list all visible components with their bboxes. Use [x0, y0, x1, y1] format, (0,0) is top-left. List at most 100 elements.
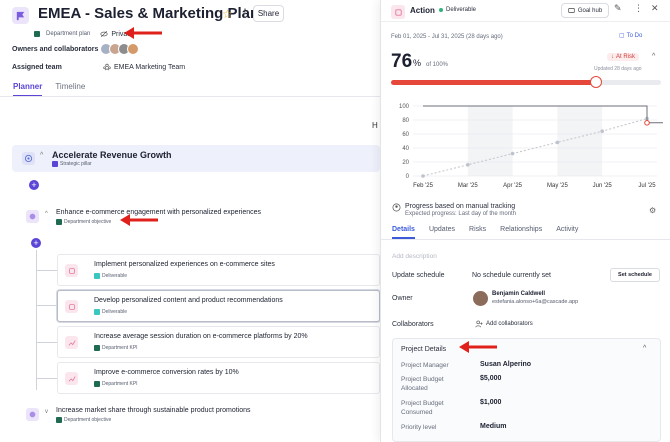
kpi-card[interactable]: Improve e-commerce conversion rates by 1… — [57, 362, 380, 394]
owner-label: Owner — [392, 295, 413, 302]
strategic-pillar-row[interactable]: ^ Accelerate Revenue Growth Strategic pi… — [12, 145, 380, 172]
add-collaborators-label: Add collaborators — [486, 321, 533, 327]
tree-branch — [36, 342, 57, 343]
tab-details[interactable]: Details — [392, 226, 415, 239]
risk-badge[interactable]: ↓ At Risk — [607, 53, 640, 61]
goal-hub-icon — [568, 8, 575, 13]
tree-branch — [36, 305, 57, 306]
risk-label: At Risk — [616, 54, 636, 60]
set-schedule-button[interactable]: Set schedule — [610, 268, 660, 282]
tab-relationships[interactable]: Relationships — [500, 226, 542, 239]
x-tick-label: Apr '25 — [503, 183, 522, 189]
tab-timeline[interactable]: Timeline — [55, 82, 85, 97]
owners-label: Owners and collaborators — [12, 46, 99, 53]
series-expected-point — [555, 140, 560, 145]
project-details-section: Project Details ^ Project Manager Susan … — [392, 338, 661, 442]
x-tick-label: Jul '25 — [638, 183, 656, 189]
update-schedule-label: Update schedule — [392, 272, 445, 279]
detail-value[interactable]: Susan Alperino — [480, 361, 531, 368]
kpi-card[interactable]: Increase average session duration on e-c… — [57, 326, 380, 358]
progress-slider[interactable] — [391, 76, 661, 88]
close-icon[interactable]: ✕ — [651, 3, 659, 14]
y-tick-label: 80 — [402, 118, 409, 124]
edit-icon[interactable]: ✎ — [614, 3, 622, 14]
progress-basis: Progress based on manual tracking Expect… — [392, 203, 516, 217]
date-range: Feb 01, 2025 - Jul 31, 2025 (28 days ago… — [391, 34, 503, 40]
add-collaborators-button[interactable]: Add collaborators — [475, 320, 533, 328]
goal-hub-label: Goal hub — [577, 7, 603, 14]
progress-unit: % — [413, 58, 422, 68]
detail-value[interactable]: Medium — [480, 423, 506, 430]
deliverable-card[interactable]: Implement personalized experiences on e-… — [57, 254, 380, 286]
objective-type-icon — [56, 417, 62, 423]
status-dropdown[interactable]: ▢ To Do — [619, 32, 642, 40]
pillar-icon — [22, 152, 35, 165]
x-tick-label: Jun '25 — [593, 183, 613, 189]
annotation-arrow — [124, 27, 162, 39]
gear-icon[interactable]: ⚙ — [649, 206, 656, 215]
expected-progress: Expected progress: Last day of the month — [405, 211, 517, 217]
y-tick-label: 100 — [399, 104, 410, 110]
more-options-icon[interactable]: ⋮ — [239, 6, 251, 20]
owner-name[interactable]: Benjamin Caldwell — [492, 291, 545, 297]
chevron-up-icon[interactable]: ^ — [652, 53, 655, 60]
card-title: Increase average session duration on e-c… — [94, 333, 308, 340]
panel-tabs: Details Updates Risks Relationships Acti… — [392, 226, 578, 239]
more-options-icon[interactable]: ⋮ — [634, 3, 643, 14]
add-item-button[interactable]: + — [31, 238, 41, 248]
tab-planner[interactable]: Planner — [13, 82, 43, 97]
goal-hub-button[interactable]: Goal hub — [561, 3, 609, 18]
detail-panel: Action Deliverable Goal hub ✎ ⋮ ✕ Feb 01… — [380, 0, 670, 442]
progress-handle[interactable] — [590, 76, 603, 88]
objective-type-icon — [56, 219, 62, 225]
tab-activity[interactable]: Activity — [556, 226, 578, 239]
annotation-arrow — [120, 214, 158, 226]
series-expected-line — [422, 118, 648, 177]
tab-updates[interactable]: Updates — [429, 226, 455, 239]
tab-risks[interactable]: Risks — [469, 226, 486, 239]
pillar-type-icon — [52, 161, 58, 167]
series-expected-point — [466, 163, 470, 167]
action-icon — [391, 5, 405, 19]
tabs-divider — [0, 96, 380, 97]
series-expected-point — [510, 151, 515, 156]
todo-icon: ▢ — [619, 33, 625, 39]
chevron-up-icon[interactable]: ^ — [40, 152, 43, 159]
kpi-type-icon — [94, 381, 100, 387]
y-tick-label: 60 — [402, 132, 409, 138]
avatar[interactable] — [473, 291, 488, 306]
assigned-team[interactable]: EMEA Marketing Team — [103, 63, 185, 71]
detail-value[interactable]: $1,000 — [480, 399, 501, 406]
x-tick-label: Mar '25 — [458, 183, 478, 189]
description-input[interactable]: Add description — [392, 253, 437, 260]
chevron-down-icon[interactable]: v — [45, 409, 48, 415]
add-objective-button[interactable]: + — [29, 180, 39, 190]
detail-value[interactable]: $5,000 — [480, 375, 501, 382]
series-expected-point — [421, 174, 425, 178]
detail-label: Project Manager — [401, 362, 449, 369]
chevron-up-icon[interactable]: ^ — [45, 211, 48, 217]
x-tick-label: May '25 — [547, 183, 568, 189]
assigned-team-label: Assigned team — [12, 64, 62, 71]
owners-avatars[interactable] — [100, 43, 139, 55]
objective-row[interactable]: ^ Enhance e-commerce engagement with per… — [20, 205, 380, 231]
card-type-label: Deliverable — [102, 309, 128, 315]
objective-type-label: Department objective — [64, 417, 112, 423]
project-details-title[interactable]: Project Details — [401, 346, 446, 353]
deliverable-type-icon — [94, 309, 100, 315]
deliverable-icon — [65, 264, 78, 277]
share-button[interactable]: Share — [253, 5, 284, 22]
status-dot-icon — [439, 8, 443, 12]
add-user-icon — [475, 320, 483, 328]
progress-value: 76 — [391, 51, 413, 72]
annotation-arrow — [459, 341, 497, 353]
star-icon[interactable]: ☆ — [222, 7, 233, 21]
detail-label: Project Budget Allocated — [401, 376, 444, 392]
collaborators-label: Collaborators — [392, 321, 434, 328]
deliverable-card-selected[interactable]: Develop personalized content and product… — [57, 290, 380, 322]
objective-row[interactable]: v Increase market share through sustaina… — [20, 403, 380, 429]
department-plan-icon — [34, 31, 40, 37]
deliverable-type-icon — [94, 273, 100, 279]
avatar — [127, 43, 139, 55]
chevron-up-icon[interactable]: ^ — [643, 345, 646, 352]
